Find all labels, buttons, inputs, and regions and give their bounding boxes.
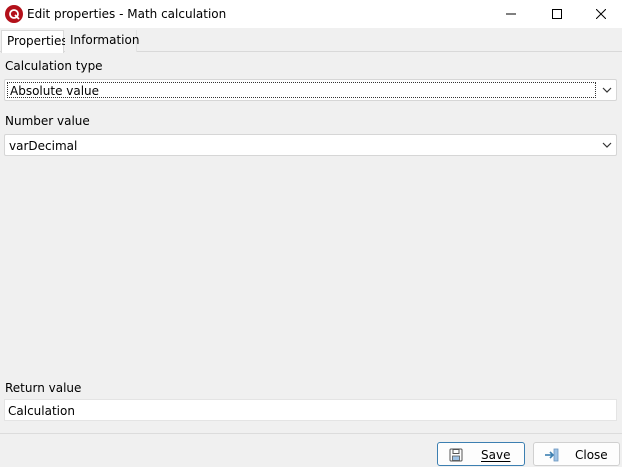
return-value-text: Calculation (8, 404, 75, 418)
close-button[interactable]: Close (533, 442, 620, 466)
chevron-down-icon (602, 142, 612, 148)
tab-strip: Properties Information (0, 30, 622, 53)
return-value-input[interactable]: Calculation (4, 399, 617, 421)
close-button-label: Close (575, 448, 608, 462)
number-value-value: varDecimal (9, 139, 78, 153)
maximize-icon (552, 9, 562, 19)
exit-arrow-icon (545, 448, 559, 462)
number-value-label: Number value (5, 114, 90, 128)
minimize-icon (506, 13, 516, 15)
footer-divider (0, 433, 622, 434)
title-bar: Edit properties - Math calculation (0, 0, 622, 28)
floppy-disk-icon (449, 448, 463, 462)
close-window-button[interactable] (578, 0, 622, 28)
app-logo-icon (5, 5, 23, 23)
tab-properties[interactable]: Properties (1, 30, 68, 53)
number-value-dropdown[interactable]: varDecimal (4, 134, 617, 156)
window-title: Edit properties - Math calculation (27, 7, 227, 21)
calculation-type-value: Absolute value (7, 82, 596, 98)
minimize-button[interactable] (488, 0, 534, 28)
calculation-type-label: Calculation type (5, 59, 103, 73)
return-value-label: Return value (5, 381, 82, 395)
maximize-button[interactable] (534, 0, 580, 28)
close-icon (596, 9, 606, 19)
tab-information[interactable]: Information (65, 30, 139, 52)
save-button-label: Save (481, 448, 511, 462)
chevron-down-icon (602, 87, 612, 93)
calculation-type-dropdown[interactable]: Absolute value (4, 79, 617, 101)
save-button[interactable]: Save (437, 442, 525, 466)
